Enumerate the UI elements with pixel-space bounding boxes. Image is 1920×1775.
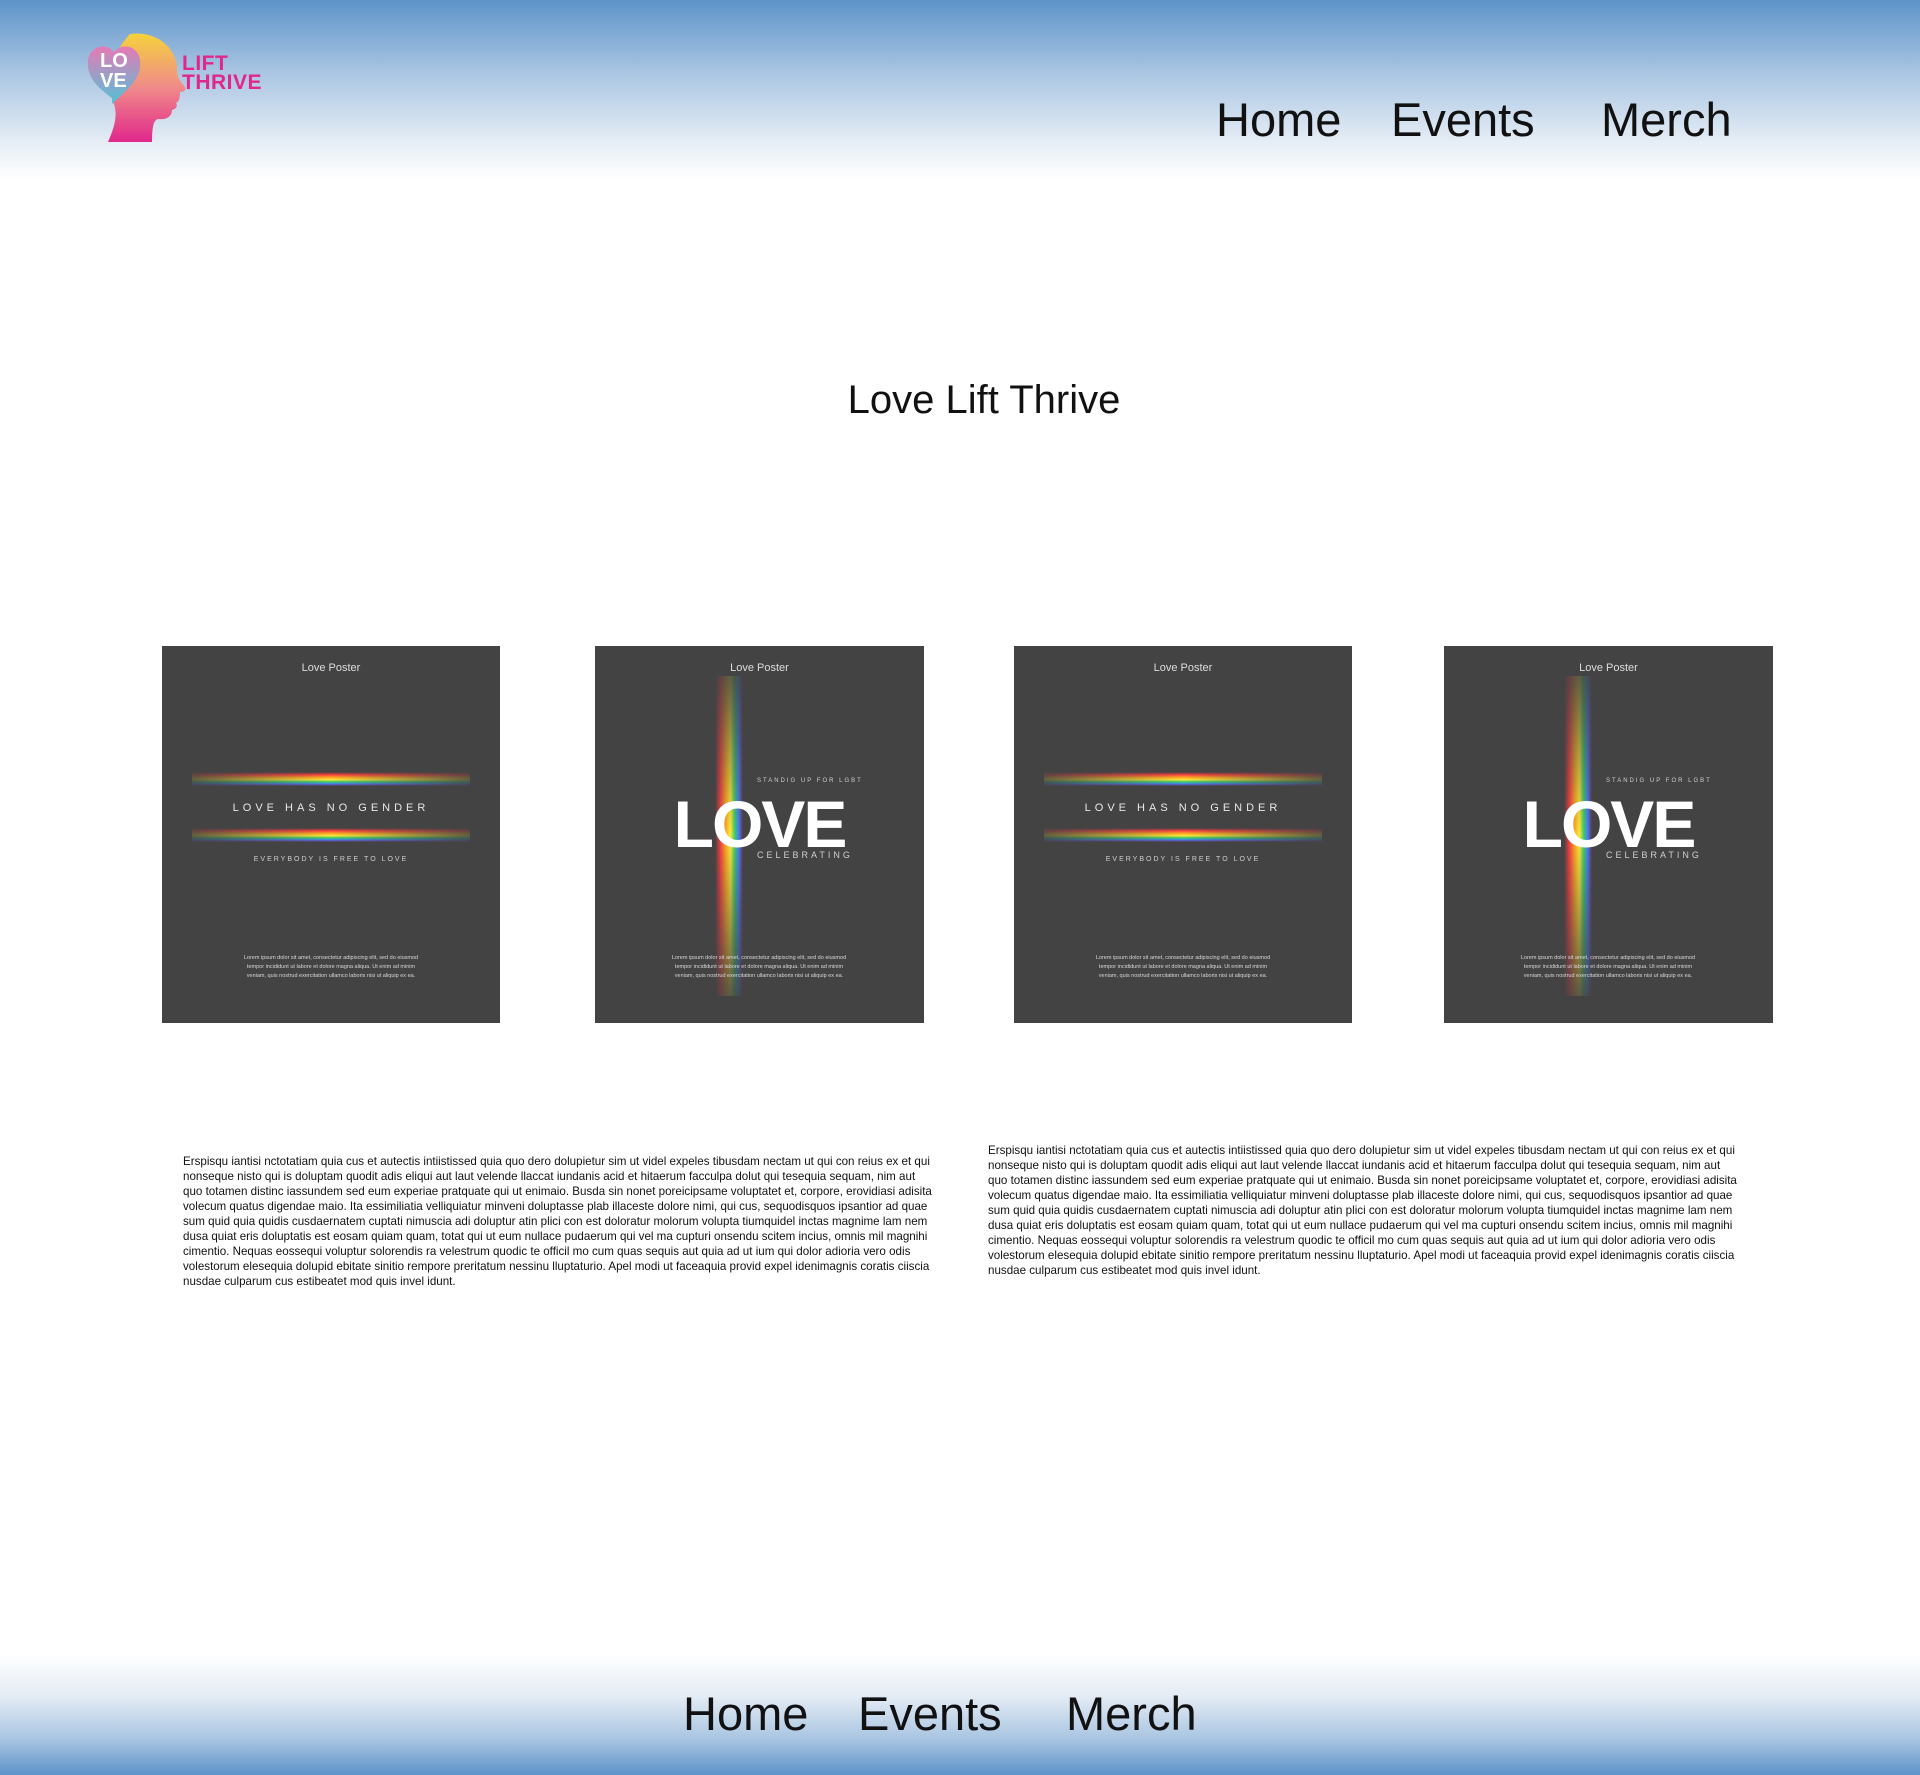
body-paragraph: Erspisqu iantisi nctotatiam quia cus et … xyxy=(988,1144,1737,1277)
poster-lorem: Lorem ipsum dolor sit amet, consectetur … xyxy=(671,955,847,979)
footer-merch-link[interactable]: Merch xyxy=(1066,1686,1197,1741)
poster-top-line: STANDIG UP FOR LGBT xyxy=(1606,778,1712,784)
poster-lorem: Lorem ipsum dolor sit amet, consectetur … xyxy=(1095,955,1271,979)
poster-headline: LOVE HAS NO GENDER xyxy=(232,802,430,814)
poster-card[interactable]: Love Poster STANDIG UP FOR LGBT LOVE CEL… xyxy=(595,646,924,1023)
logo-love-bottom: VE xyxy=(100,70,127,92)
poster-lorem: Lorem ipsum dolor sit amet, consectetur … xyxy=(1520,955,1696,979)
poster-tagline: EVERYBODY IS FREE TO LOVE xyxy=(253,856,409,863)
poster-tagline: EVERYBODY IS FREE TO LOVE xyxy=(1105,856,1261,863)
nav-events-link[interactable]: Events xyxy=(1391,92,1535,147)
logo-thrive-text: THRIVE xyxy=(182,71,263,94)
poster-card[interactable]: Love Poster LOVE HAS NO GENDER EVERYBODY… xyxy=(1014,646,1352,1023)
header: LO VE LIFT THRIVE Home Events Merch xyxy=(0,0,1920,180)
poster-headline: LOVE HAS NO GENDER xyxy=(1084,802,1282,814)
brand-logo[interactable]: LO VE LIFT THRIVE xyxy=(82,30,272,150)
nav-home-link[interactable]: Home xyxy=(1216,92,1341,147)
body-paragraph: Erspisqu iantisi nctotatiam quia cus et … xyxy=(183,1155,932,1288)
poster-lorem: Lorem ipsum dolor sit amet, consectetur … xyxy=(243,955,419,979)
footer-home-link[interactable]: Home xyxy=(683,1686,808,1741)
poster-top-line: STANDIG UP FOR LGBT xyxy=(757,778,863,784)
header-nav: Home Events Merch xyxy=(1216,92,1736,148)
page-title: Love Lift Thrive xyxy=(847,378,1121,422)
footer-nav: Home Events Merch xyxy=(683,1686,1203,1742)
footer-events-link[interactable]: Events xyxy=(858,1686,1002,1741)
poster-card[interactable]: Love Poster STANDIG UP FOR LGBT LOVE CEL… xyxy=(1444,646,1773,1023)
poster-bottom-line: CELEBRATING xyxy=(757,850,853,860)
poster-card[interactable]: Love Poster LOVE HAS NO GENDER EVERYBODY… xyxy=(162,646,500,1023)
footer: Home Events Merch xyxy=(0,1655,1920,1775)
nav-merch-link[interactable]: Merch xyxy=(1601,92,1732,147)
poster-bottom-line: CELEBRATING xyxy=(1606,850,1702,860)
